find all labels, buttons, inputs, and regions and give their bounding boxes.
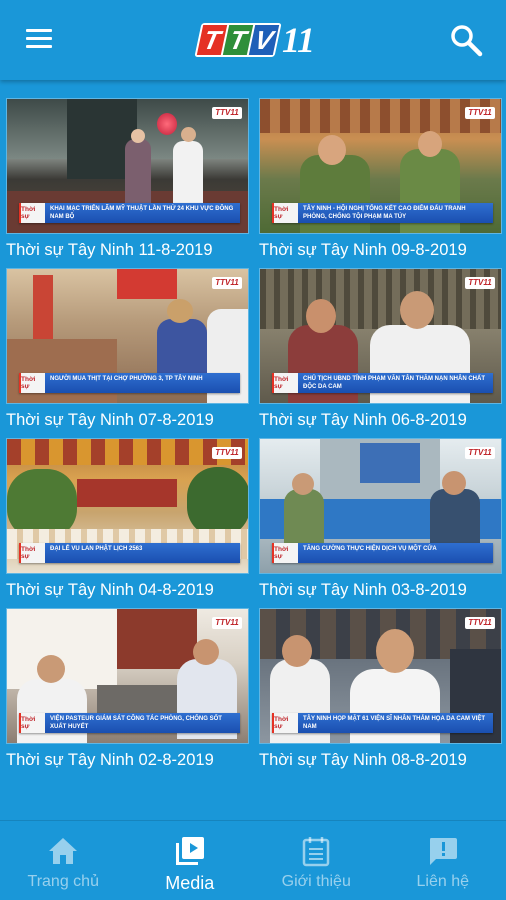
video-card[interactable]: TTV11 Thời sự Tăng cường thực hiện dịch … <box>259 438 502 600</box>
video-title[interactable]: Thời sự Tây Ninh 04-8-2019 <box>6 580 249 600</box>
video-card[interactable]: TTV11 Thời sự Tây Ninh - Hội nghị tổng k… <box>259 98 502 260</box>
video-card[interactable]: TTV11 Thời sự Đại lễ Vu Lan Phật lịch 25… <box>6 438 249 600</box>
video-thumbnail: TTV11 Thời sự Người mua thịt tại chợ Phư… <box>6 268 249 404</box>
hamburger-menu-icon[interactable] <box>24 27 54 51</box>
logo-number: 11 <box>282 20 315 60</box>
logo-badge: T T V <box>194 23 282 57</box>
video-title[interactable]: Thời sự Tây Ninh 09-8-2019 <box>259 240 502 260</box>
news-tag: Thời sự <box>272 543 298 563</box>
channel-logo: TTV11 <box>212 617 242 629</box>
news-caption: Người mua thịt tại chợ Phường 3, TP Tây … <box>45 373 240 393</box>
video-title[interactable]: Thời sự Tây Ninh 07-8-2019 <box>6 410 249 430</box>
channel-logo: TTV11 <box>465 107 495 119</box>
channel-logo: TTV11 <box>212 447 242 459</box>
channel-logo: TTV11 <box>212 277 242 289</box>
channel-logo: TTV11 <box>465 277 495 289</box>
video-thumbnail: TTV11 Thời sự Chủ tịch UBND tỉnh Phạm Vă… <box>259 268 502 404</box>
bottom-navigation: Trang chủ Media Giới thiệu Liên hệ <box>0 820 506 900</box>
news-caption: Đại lễ Vu Lan Phật lịch 2563 <box>45 543 240 563</box>
news-tag: Thời sự <box>19 373 45 393</box>
news-caption: Tăng cường thực hiện dịch vụ một cửa <box>298 543 493 563</box>
news-caption: Khai mạc triển lãm mỹ thuật lần thứ 24 k… <box>45 203 240 223</box>
news-tag: Thời sự <box>19 713 45 733</box>
news-tag: Thời sự <box>272 373 298 393</box>
nav-item-contact[interactable]: Liên hệ <box>380 821 506 900</box>
video-title[interactable]: Thời sự Tây Ninh 11-8-2019 <box>6 240 249 260</box>
news-lower-third: Thời sự Chủ tịch UBND tỉnh Phạm Văn Tân … <box>272 373 493 393</box>
news-tag: Thời sự <box>272 713 298 733</box>
video-card[interactable]: TTV11 Thời sự Tây Ninh họp mặt 61 viện s… <box>259 608 502 770</box>
news-tag: Thời sự <box>19 543 45 563</box>
news-lower-third: Thời sự Khai mạc triển lãm mỹ thuật lần … <box>19 203 240 223</box>
news-caption: Tây Ninh họp mặt 61 viện sĩ nhân thảm họ… <box>298 713 493 733</box>
nav-item-home[interactable]: Trang chủ <box>0 821 127 900</box>
nav-item-about[interactable]: Giới thiệu <box>253 821 380 900</box>
video-thumbnail: TTV11 Thời sự Tây Ninh - Hội nghị tổng k… <box>259 98 502 234</box>
nav-label: Giới thiệu <box>281 873 351 890</box>
logo-letter: V <box>248 25 280 55</box>
video-thumbnail: TTV11 Thời sự Tây Ninh họp mặt 61 viện s… <box>259 608 502 744</box>
video-card[interactable]: TTV11 Thời sự Viện Pasteur giám sát công… <box>6 608 249 770</box>
video-library-icon <box>174 835 206 867</box>
app-header: T T V 11 <box>0 0 506 80</box>
news-caption: Chủ tịch UBND tỉnh Phạm Văn Tân thăm nạn… <box>298 373 493 393</box>
news-lower-third: Thời sự Tây Ninh họp mặt 61 viện sĩ nhân… <box>272 713 493 733</box>
video-title[interactable]: Thời sự Tây Ninh 03-8-2019 <box>259 580 502 600</box>
video-title[interactable]: Thời sự Tây Ninh 02-8-2019 <box>6 750 249 770</box>
news-lower-third: Thời sự Người mua thịt tại chợ Phường 3,… <box>19 373 240 393</box>
video-card[interactable]: TTV11 Thời sự Chủ tịch UBND tỉnh Phạm Vă… <box>259 268 502 430</box>
video-thumbnail: TTV11 Thời sự Khai mạc triển lãm mỹ thuậ… <box>6 98 249 234</box>
video-thumbnail: TTV11 Thời sự Tăng cường thực hiện dịch … <box>259 438 502 574</box>
news-tag: Thời sự <box>19 203 45 223</box>
nav-label: Liên hệ <box>416 873 470 890</box>
news-caption: Tây Ninh - Hội nghị tổng kết cao điểm đấ… <box>298 203 493 223</box>
video-thumbnail: TTV11 Thời sự Viện Pasteur giám sát công… <box>6 608 249 744</box>
home-icon <box>47 835 79 867</box>
video-thumbnail: TTV11 Thời sự Đại lễ Vu Lan Phật lịch 25… <box>6 438 249 574</box>
news-caption: Viện Pasteur giám sát công tác phòng, ch… <box>45 713 240 733</box>
nav-item-media[interactable]: Media <box>127 821 254 900</box>
news-tag: Thời sự <box>272 203 298 223</box>
video-grid: TTV11 Thời sự Khai mạc triển lãm mỹ thuậ… <box>0 80 506 820</box>
ttv11-logo: T T V 11 <box>194 20 338 60</box>
search-icon[interactable] <box>448 22 484 58</box>
news-lower-third: Thời sự Tăng cường thực hiện dịch vụ một… <box>272 543 493 563</box>
news-lower-third: Thời sự Đại lễ Vu Lan Phật lịch 2563 <box>19 543 240 563</box>
nav-label: Media <box>165 873 215 893</box>
feedback-icon <box>427 835 459 867</box>
nav-label: Trang chủ <box>27 873 99 890</box>
news-lower-third: Thời sự Viện Pasteur giám sát công tác p… <box>19 713 240 733</box>
calendar-icon <box>300 835 332 867</box>
video-card[interactable]: TTV11 Thời sự Người mua thịt tại chợ Phư… <box>6 268 249 430</box>
video-card[interactable]: TTV11 Thời sự Khai mạc triển lãm mỹ thuậ… <box>6 98 249 260</box>
channel-logo: TTV11 <box>465 617 495 629</box>
news-lower-third: Thời sự Tây Ninh - Hội nghị tổng kết cao… <box>272 203 493 223</box>
channel-logo: TTV11 <box>212 107 242 119</box>
video-title[interactable]: Thời sự Tây Ninh 06-8-2019 <box>259 410 502 430</box>
channel-logo: TTV11 <box>465 447 495 459</box>
video-title[interactable]: Thời sự Tây Ninh 08-8-2019 <box>259 750 502 770</box>
